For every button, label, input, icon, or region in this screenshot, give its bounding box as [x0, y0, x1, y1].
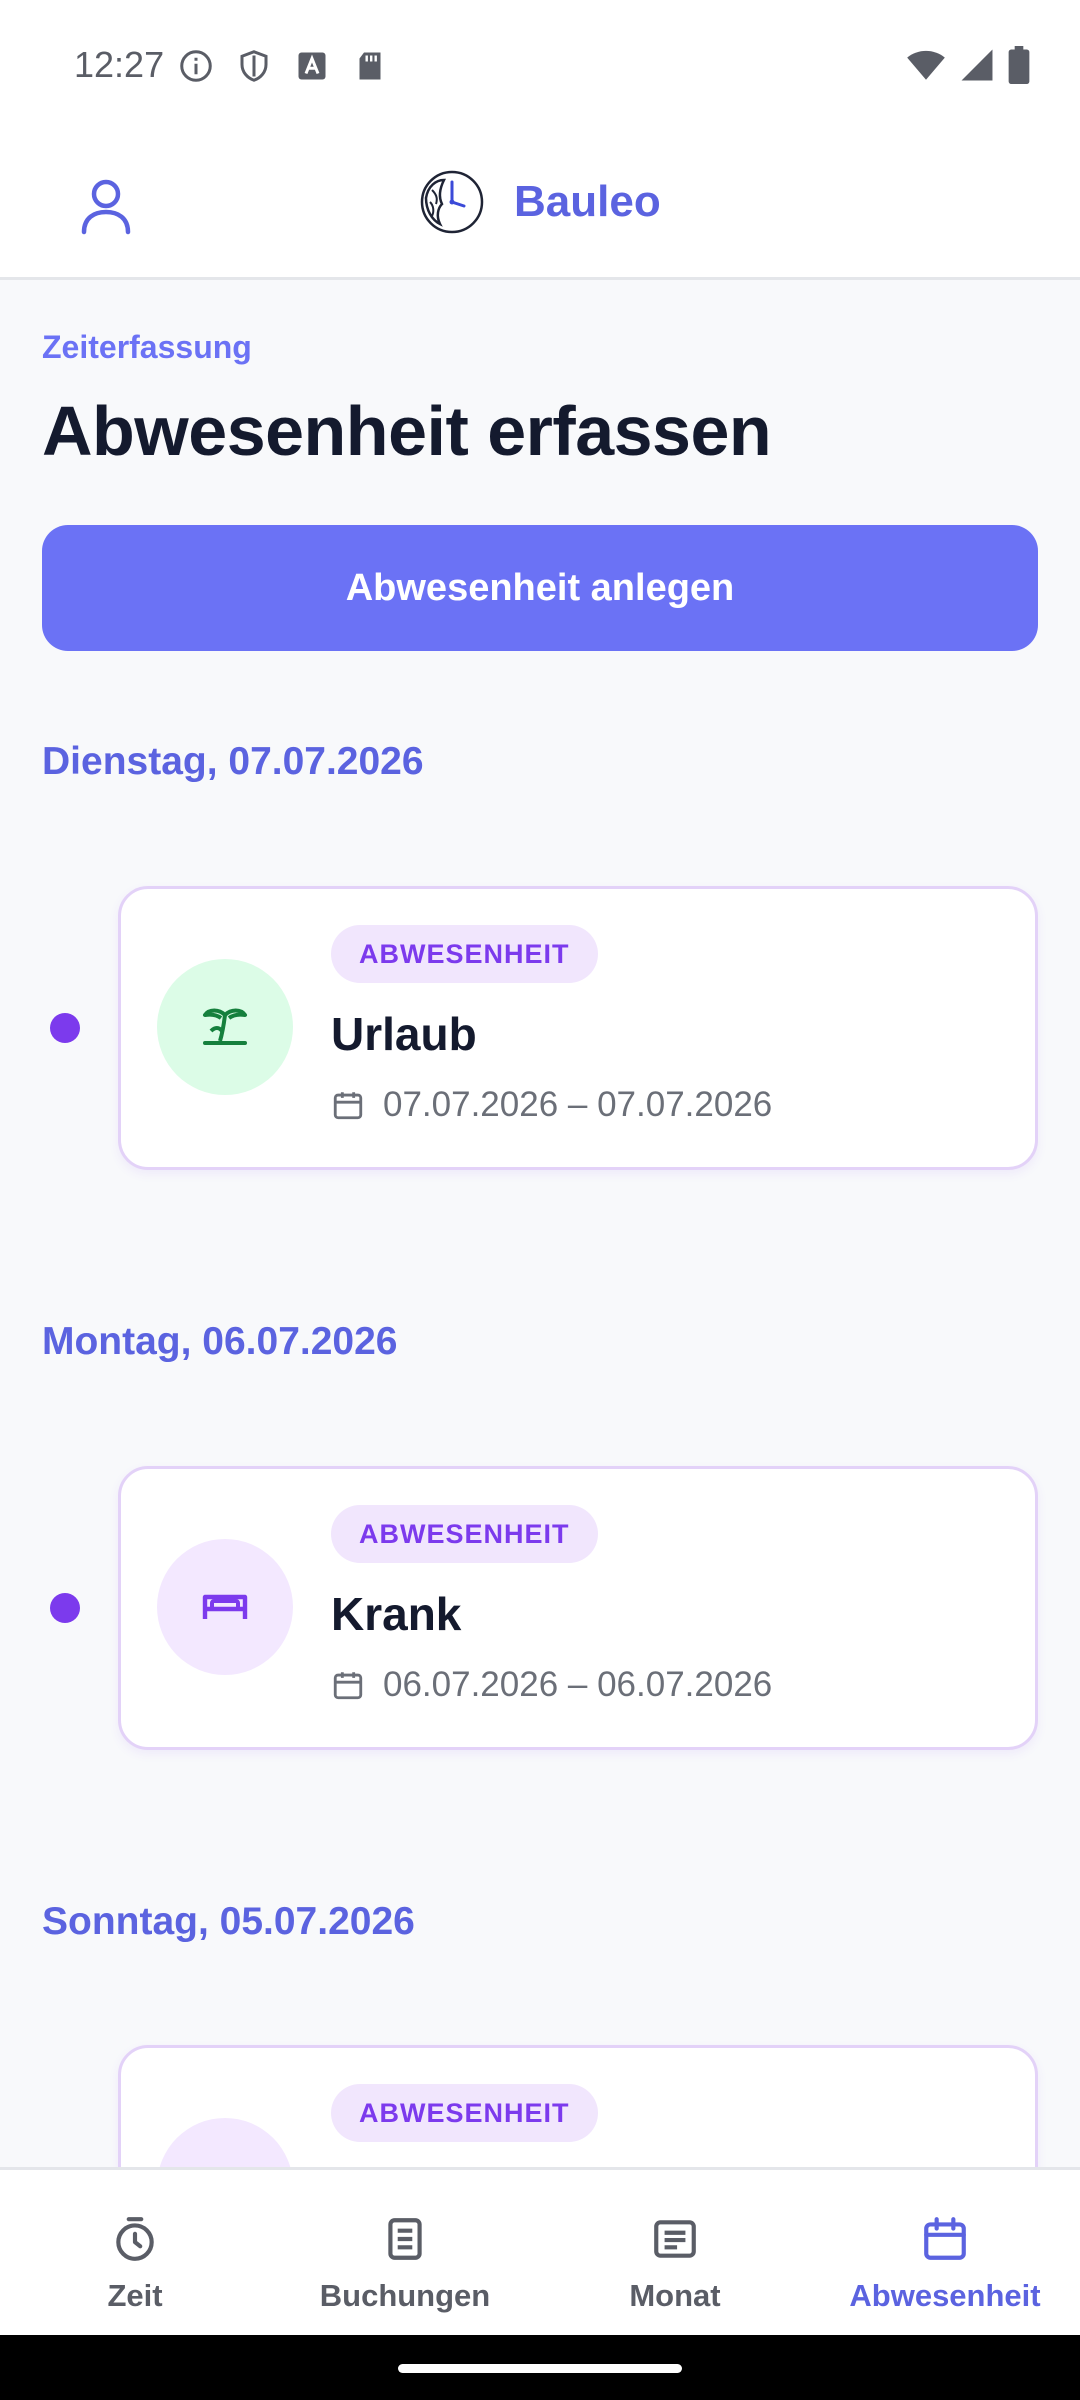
nav-item-buchungen[interactable]: Buchungen	[270, 2170, 540, 2338]
absence-card-krank[interactable]: ABWESENHEIT Krank 06.07.2026 – 06.07.202…	[118, 1466, 1038, 1750]
absence-date-range: 06.07.2026 – 06.07.2026	[331, 1665, 772, 1705]
status-system-icons	[906, 46, 1030, 84]
date-heading: Sonntag, 05.07.2026	[42, 1900, 415, 1943]
battery-icon	[1008, 46, 1030, 84]
user-icon	[81, 179, 131, 235]
nav-label: Buchungen	[319, 2278, 491, 2313]
absence-content[interactable]: Zeiterfassung Abwesenheit erfassen Abwes…	[0, 283, 1080, 2167]
absence-range-text: 07.07.2026 – 07.07.2026	[383, 1085, 773, 1124]
calendar-icon	[924, 2217, 966, 2260]
wifi-icon	[907, 50, 945, 80]
absence-card-urlaub[interactable]: ABWESENHEIT Urlaub 07.07.2026 – 07.07.20…	[118, 886, 1038, 1170]
page-overline: Zeiterfassung	[42, 329, 252, 365]
font-a-icon	[298, 52, 326, 80]
absence-badge: ABWESENHEIT	[331, 1505, 598, 1563]
info-icon	[180, 50, 212, 82]
stopwatch-icon	[116, 2217, 154, 2261]
absence-card-partial[interactable]: ABWESENHEIT	[118, 2045, 1038, 2167]
app-bar: Bauleo	[0, 132, 1080, 280]
date-heading: Dienstag, 07.07.2026	[42, 740, 424, 783]
absence-title: Urlaub	[331, 1008, 477, 1060]
document-icon	[388, 2218, 422, 2260]
signal-icon	[961, 49, 993, 81]
nav-item-zeit[interactable]: Zeit	[0, 2170, 270, 2338]
absence-badge: ABWESENHEIT	[331, 2084, 598, 2142]
absence-title: Krank	[331, 1588, 462, 1640]
status-bar: 12:27	[0, 0, 1080, 132]
absence-date-range: 07.07.2026 – 07.07.2026	[331, 1085, 772, 1125]
absence-badge: ABWESENHEIT	[331, 925, 598, 983]
timeline-dot	[50, 1593, 80, 1623]
absence-range-text: 06.07.2026 – 06.07.2026	[383, 1665, 773, 1704]
lion-clock-logo-icon	[420, 170, 484, 234]
nav-label: Zeit	[107, 2278, 163, 2313]
timeline-dot	[50, 1013, 80, 1043]
bed-icon	[202, 1594, 248, 1619]
card-icon-circle	[157, 1539, 293, 1675]
list-icon	[654, 2220, 696, 2258]
create-absence-button[interactable]: Abwesenheit anlegen	[42, 525, 1038, 651]
status-notification-icons	[178, 48, 388, 84]
date-heading: Montag, 06.07.2026	[42, 1320, 398, 1363]
bottom-navigation: Zeit Buchungen Monat Abwesenheit	[0, 2167, 1080, 2335]
sd-card-icon	[359, 52, 381, 80]
status-time: 12:27	[74, 44, 165, 85]
home-gesture-handle[interactable]	[398, 2364, 682, 2373]
brand: Bauleo	[418, 168, 661, 236]
calendar-small-icon	[333, 1092, 363, 1120]
card-icon-circle	[157, 959, 293, 1095]
card-icon-circle	[157, 2118, 293, 2167]
shield-icon	[240, 50, 268, 82]
nav-item-monat[interactable]: Monat	[540, 2170, 810, 2338]
nav-label: Monat	[629, 2278, 721, 2313]
profile-button[interactable]	[74, 174, 138, 238]
palm-tree-icon	[203, 1008, 247, 1045]
page-title: Abwesenheit erfassen	[42, 392, 772, 470]
calendar-small-icon	[333, 1672, 363, 1700]
brand-name: Bauleo	[514, 177, 661, 226]
nav-item-abwesenheit[interactable]: Abwesenheit	[810, 2170, 1080, 2338]
nav-label: Abwesenheit	[849, 2278, 1041, 2313]
